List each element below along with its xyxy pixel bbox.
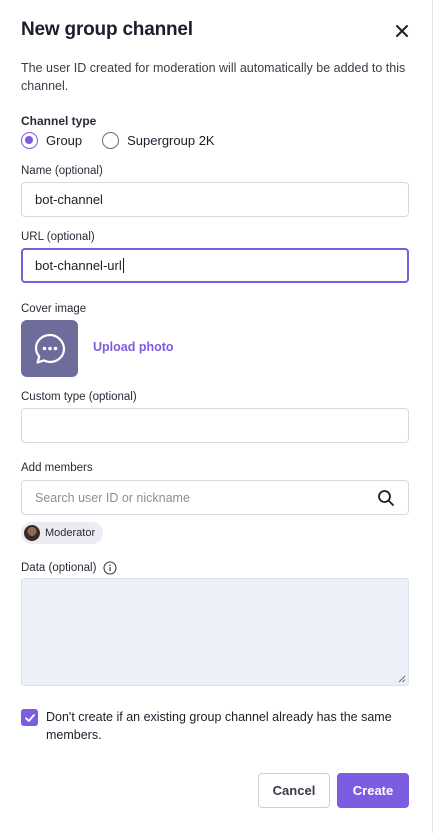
name-label: Name (optional) bbox=[21, 165, 103, 177]
radio-supergroup[interactable]: Supergroup 2K bbox=[102, 132, 215, 149]
custom-type-input[interactable] bbox=[21, 408, 409, 443]
name-input-value: bot-channel bbox=[35, 192, 103, 207]
channel-type-radio-group: Group Supergroup 2K bbox=[21, 132, 215, 149]
data-label: Data (optional) bbox=[21, 562, 97, 575]
close-button[interactable] bbox=[391, 20, 413, 42]
member-chip[interactable]: Moderator bbox=[21, 522, 104, 544]
member-search-input[interactable]: Search user ID or nickname bbox=[21, 480, 409, 515]
dialog-description: The user ID created for moderation will … bbox=[21, 61, 406, 93]
custom-type-label: Custom type (optional) bbox=[21, 391, 137, 403]
url-label: URL (optional) bbox=[21, 231, 95, 243]
member-chip-label: Moderator bbox=[45, 527, 96, 539]
cancel-button[interactable]: Cancel bbox=[258, 773, 330, 808]
new-group-channel-dialog: New group channel The user ID created fo… bbox=[0, 0, 433, 833]
url-input[interactable]: bot-channel-url bbox=[21, 248, 409, 283]
search-icon[interactable] bbox=[377, 489, 395, 507]
close-icon bbox=[396, 25, 408, 37]
radio-supergroup-label: Supergroup 2K bbox=[127, 133, 215, 148]
create-button[interactable]: Create bbox=[337, 773, 409, 808]
dont-create-option: Don't create if an existing group channe… bbox=[21, 708, 411, 744]
resize-handle-icon[interactable] bbox=[397, 674, 406, 683]
radio-group-indicator bbox=[21, 132, 38, 149]
upload-photo-link[interactable]: Upload photo bbox=[93, 340, 174, 354]
url-input-value: bot-channel-url bbox=[35, 258, 122, 273]
radio-group-label: Group bbox=[46, 133, 83, 148]
radio-group[interactable]: Group bbox=[21, 132, 82, 149]
cover-image-label: Cover image bbox=[21, 303, 87, 315]
channel-type-label: Channel type bbox=[21, 114, 97, 128]
dont-create-label: Don't create if an existing group channe… bbox=[46, 710, 392, 742]
cover-image-placeholder[interactable] bbox=[21, 320, 78, 377]
radio-supergroup-indicator bbox=[102, 132, 120, 149]
add-members-label: Add members bbox=[21, 462, 93, 474]
data-textarea[interactable] bbox=[21, 578, 409, 686]
info-icon[interactable] bbox=[103, 561, 117, 575]
checkmark-icon bbox=[24, 713, 35, 722]
dialog-title: New group channel bbox=[21, 19, 193, 40]
data-label-row: Data (optional) bbox=[21, 561, 117, 575]
text-caret bbox=[122, 258, 124, 273]
avatar bbox=[24, 525, 40, 541]
dont-create-checkbox[interactable] bbox=[21, 709, 38, 726]
name-input[interactable]: bot-channel bbox=[21, 182, 409, 217]
member-search-placeholder: Search user ID or nickname bbox=[35, 490, 190, 505]
chat-bubble-icon bbox=[34, 333, 65, 364]
